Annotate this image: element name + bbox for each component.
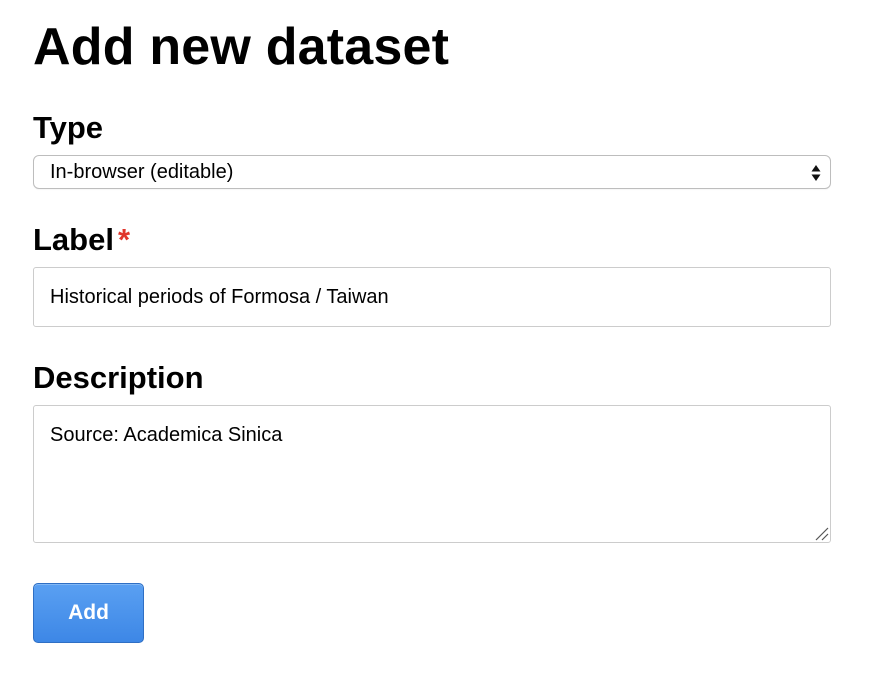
add-dataset-page: Add new dataset Type In-browser (editabl…	[0, 0, 872, 682]
required-marker: *	[117, 222, 131, 257]
description-label: Description	[33, 360, 204, 395]
type-label: Type	[33, 110, 104, 145]
label-field-label: Label *	[33, 220, 130, 260]
label-field-label-text: Label	[33, 222, 114, 257]
type-select[interactable]: In-browser (editable)	[33, 155, 831, 189]
type-select-value: In-browser (editable)	[50, 160, 234, 183]
label-input[interactable]	[33, 267, 831, 327]
page-title: Add new dataset	[33, 18, 450, 76]
resize-grip-icon[interactable]	[813, 525, 829, 541]
add-button[interactable]: Add	[33, 583, 144, 643]
description-textarea[interactable]: Source: Academica Sinica	[33, 405, 831, 543]
select-updown-icon	[811, 165, 821, 181]
